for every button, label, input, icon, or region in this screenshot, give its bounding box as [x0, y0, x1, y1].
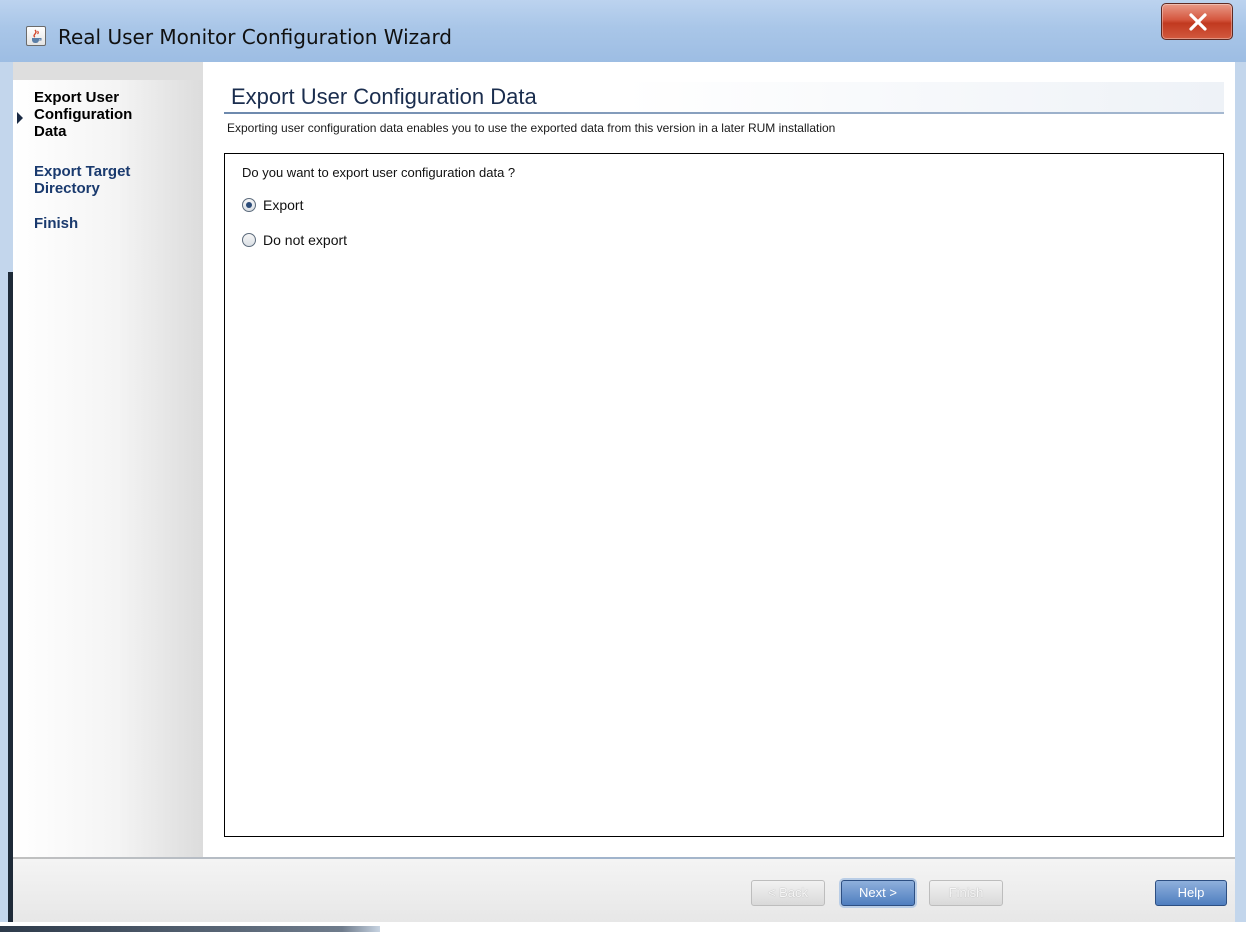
finish-button[interactable]: Finish [929, 880, 1003, 906]
nav-step-finish[interactable]: Finish [34, 215, 194, 232]
radio-button-selected[interactable] [242, 198, 256, 212]
back-button[interactable]: < Back [751, 880, 825, 906]
page-subtitle: Exporting user configuration data enable… [227, 121, 836, 135]
help-button[interactable]: Help [1155, 880, 1227, 906]
window-title: Real User Monitor Configuration Wizard [58, 25, 453, 49]
close-x-icon [1189, 13, 1207, 31]
options-panel [224, 153, 1224, 837]
radio-label: Export [263, 197, 304, 213]
nav-step-export-user-configuration-data[interactable]: Export User Configuration Data [34, 89, 194, 140]
button-bar [13, 859, 1235, 922]
step-label-line: Directory [34, 180, 100, 197]
radio-option-export[interactable]: Export [242, 197, 303, 213]
radio-button[interactable] [242, 233, 256, 247]
step-label-line: Configuration [34, 106, 133, 123]
step-label-line: Data [34, 123, 67, 140]
step-label-line: Export User [34, 89, 120, 106]
radio-option-do-not-export[interactable]: Do not export [242, 232, 347, 248]
radio-label: Do not export [263, 232, 348, 248]
title-underline [224, 112, 1224, 114]
next-button[interactable]: Next > [841, 880, 915, 906]
wizard-window: Real User Monitor Configuration Wizard E… [0, 0, 1246, 932]
step-label-line: Finish [34, 215, 79, 232]
current-step-arrow-icon [17, 112, 23, 124]
page-title: Export User Configuration Data [231, 84, 537, 109]
close-button[interactable] [1161, 3, 1233, 40]
taskbar-edge [0, 926, 380, 932]
title-bar[interactable]: Real User Monitor Configuration Wizard [0, 0, 1246, 62]
export-question: Do you want to export user configuration… [242, 165, 516, 180]
sidebar-header-strip [13, 62, 203, 80]
nav-step-export-target-directory[interactable]: Export Target Directory [34, 163, 194, 197]
java-cup-icon[interactable] [26, 26, 46, 46]
step-label-line: Export Target [34, 163, 131, 180]
